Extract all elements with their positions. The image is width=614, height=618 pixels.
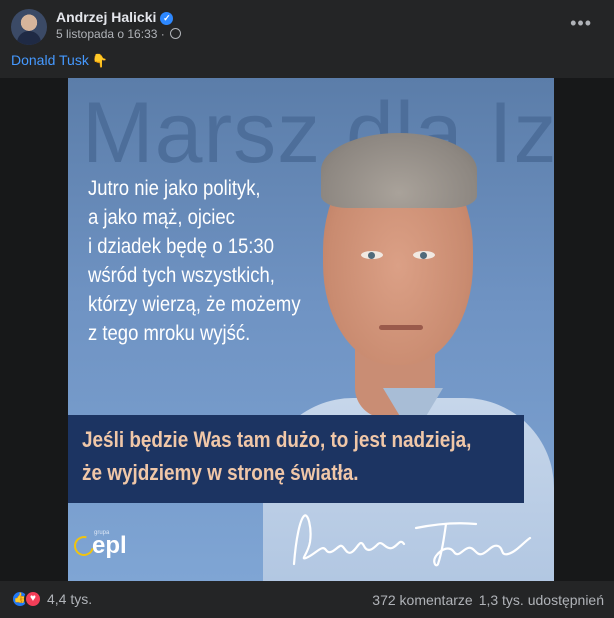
quote-line: i dziadek będę o 15:30 [88, 235, 274, 258]
shares-count-link[interactable]: 1,3 tys. udostępnień [479, 592, 604, 608]
portrait-right-eye [413, 251, 435, 259]
poster-banner: Jeśli będzie Was tam dużo, to jest nadzi… [68, 415, 524, 503]
quote-line: Jutro nie jako polityk, [88, 177, 261, 200]
author-name-row: Andrzej Halicki ✓ [56, 9, 174, 25]
post-meta: 5 listopada o 16:33 · [56, 27, 182, 41]
poster: Marsz dla Izy Jutro nie jako polityk, a … [68, 78, 554, 581]
mention-link[interactable]: Donald Tusk [11, 52, 89, 68]
handwritten-signature [286, 498, 536, 578]
facebook-post: Andrzej Halicki ✓ 5 listopada o 16:33 · •… [0, 0, 614, 618]
globe-icon [170, 28, 182, 39]
author-name[interactable]: Andrzej Halicki [56, 9, 156, 25]
post-header: Andrzej Halicki ✓ 5 listopada o 16:33 · •… [0, 0, 614, 50]
love-icon: ♥ [24, 590, 42, 608]
verified-badge-icon: ✓ [160, 12, 174, 25]
more-options-button[interactable]: ••• [570, 14, 592, 32]
signature-icon [292, 514, 532, 567]
post-footer: 👍 ♥ 4,4 tys. 372 komentarze 1,3 tys. udostę… [0, 581, 614, 618]
quote-line: którzy wierzą, że możemy [88, 293, 301, 316]
epl-logo: grupa epl [70, 530, 144, 570]
reactions-summary[interactable]: 👍 ♥ 4,4 tys. [11, 590, 92, 608]
post-timestamp[interactable]: 5 listopada o 16:33 [56, 27, 157, 41]
poster-quote: Jutro nie jako polityk, a jako mąż, ojci… [88, 174, 352, 348]
quote-line: z tego mroku wyjść. [88, 322, 251, 345]
author-avatar[interactable] [11, 9, 47, 45]
banner-line: że wyjdziemy w stronę światła. [82, 460, 359, 485]
portrait-left-eye [361, 251, 383, 259]
post-image[interactable]: Marsz dla Izy Jutro nie jako polityk, a … [0, 78, 614, 581]
post-stats: 372 komentarze 1,3 tys. udostępnień [372, 592, 604, 608]
banner-line: Jeśli będzie Was tam dużo, to jest nadzi… [82, 427, 472, 452]
quote-line: a jako mąż, ojciec [88, 206, 235, 229]
meta-separator: · [157, 27, 169, 41]
comments-count-link[interactable]: 372 komentarze [372, 592, 472, 608]
epl-logo-text: epl [92, 532, 127, 559]
reaction-count: 4,4 tys. [47, 591, 93, 607]
portrait-mouth [379, 325, 423, 330]
quote-line: wśród tych wszystkich, [88, 264, 275, 287]
post-text: Donald Tusk 👇 [11, 52, 108, 69]
pointing-down-emoji: 👇 [91, 53, 109, 68]
